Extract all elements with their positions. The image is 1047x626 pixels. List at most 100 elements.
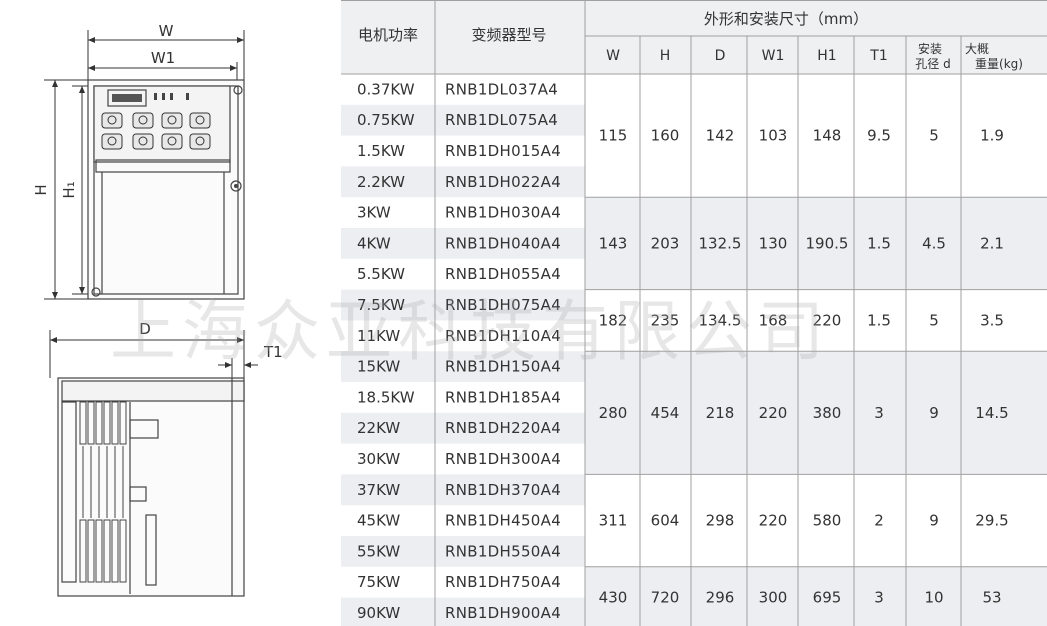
dim-w-label: W <box>159 22 174 40</box>
cell-dimension-value: 29.5 <box>975 512 1008 530</box>
header-motor-power: 电机功率 <box>358 26 418 44</box>
cell-model: RNB1DH900A4 <box>445 604 561 622</box>
header-weight-line1: 大概 <box>965 42 989 56</box>
cell-model: RNB1DH022A4 <box>445 173 561 191</box>
cell-dimension-value: 1.5 <box>867 311 891 329</box>
cell-dimension-value: 218 <box>706 404 735 422</box>
dim-h1-label: H₁ <box>60 181 78 198</box>
cell-dimension-value: 160 <box>651 127 680 145</box>
cell-dimension-value: 115 <box>599 127 628 145</box>
cell-dimension-value: 3 <box>874 589 884 607</box>
cell-dimension-value: 5 <box>929 311 939 329</box>
cell-dimension-value: 1.5 <box>867 234 891 252</box>
header-col-h1: H1 <box>817 48 836 64</box>
dim-d-label: D <box>139 320 151 338</box>
header-col-w: W <box>606 48 620 64</box>
cell-dimension-value: 220 <box>759 404 788 422</box>
cell-motor-power: 0.75KW <box>357 111 415 129</box>
cell-dimension-value: 220 <box>759 512 788 530</box>
cell-dimension-value: 148 <box>813 127 842 145</box>
cell-dimension-value: 14.5 <box>975 404 1008 422</box>
cell-motor-power: 37KW <box>357 481 400 499</box>
header-col-d: D <box>715 48 726 64</box>
cell-dimension-value: 280 <box>599 404 628 422</box>
cell-model: RNB1DH370A4 <box>445 481 561 499</box>
cell-dimension-value: 9.5 <box>867 127 891 145</box>
cell-motor-power: 18.5KW <box>357 388 415 406</box>
cell-model: RNB1DH030A4 <box>445 204 561 222</box>
cell-dimension-value: 2 <box>874 512 884 530</box>
cell-dimension-value: 1.9 <box>980 127 1004 145</box>
spec-table: 电机功率 变频器型号 外形和安装尺寸（mm） W H D W1 H1 T1 安装… <box>341 0 1047 626</box>
cell-motor-power: 4KW <box>357 234 391 252</box>
cell-dimension-value: 143 <box>599 234 628 252</box>
cell-dimension-value: 182 <box>599 311 628 329</box>
cell-dimension-value: 168 <box>759 311 788 329</box>
header-hole-line1: 安装 <box>918 41 942 56</box>
cell-model: RNB1DH450A4 <box>445 512 561 530</box>
cell-dimension-value: 300 <box>759 589 788 607</box>
cell-motor-power: 3KW <box>357 204 391 222</box>
cell-dimension-value: 132.5 <box>699 234 742 252</box>
cell-model: RNB1DH055A4 <box>445 265 561 283</box>
cell-dimension-value: 134.5 <box>699 311 742 329</box>
cell-dimension-value: 53 <box>982 589 1001 607</box>
cell-model: RNB1DH300A4 <box>445 450 561 468</box>
cell-dimension-value: 142 <box>706 127 735 145</box>
header-col-t1: T1 <box>869 48 887 64</box>
cell-dimension-value: 190.5 <box>806 234 849 252</box>
dim-t1-label: T1 <box>263 343 283 361</box>
cell-dimension-value: 311 <box>599 512 628 530</box>
cell-dimension-value: 695 <box>813 589 842 607</box>
cell-dimension-value: 9 <box>929 404 939 422</box>
cell-dimension-value: 4.5 <box>922 234 946 252</box>
cell-dimension-value: 380 <box>813 404 842 422</box>
cell-model: RNB1DH550A4 <box>445 542 561 560</box>
cell-dimension-value: 720 <box>651 589 680 607</box>
cell-motor-power: 2.2KW <box>357 173 405 191</box>
cell-dimension-value: 10 <box>924 589 943 607</box>
cell-model: RNB1DH750A4 <box>445 573 561 591</box>
header-weight-line2: 重量(kg) <box>975 57 1023 71</box>
cell-model: RNB1DH015A4 <box>445 142 561 160</box>
cell-model: RNB1DL037A4 <box>445 80 558 98</box>
cell-dimension-value: 604 <box>651 512 680 530</box>
cell-motor-power: 90KW <box>357 604 400 622</box>
cell-dimension-value: 454 <box>651 404 680 422</box>
cell-motor-power: 22KW <box>357 419 400 437</box>
cell-motor-power: 55KW <box>357 542 400 560</box>
cell-dimension-value: 5 <box>929 127 939 145</box>
dim-h-label: H <box>32 184 50 195</box>
header-hole-line2: 孔径 d <box>915 57 950 71</box>
cell-dimension-value: 296 <box>706 589 735 607</box>
cell-model: RNB1DH150A4 <box>445 358 561 376</box>
cell-motor-power: 15KW <box>357 358 400 376</box>
header-col-h: H <box>660 48 671 64</box>
cell-dimension-value: 2.1 <box>980 234 1004 252</box>
cell-model: RNB1DH040A4 <box>445 234 561 252</box>
cell-model: RNB1DL075A4 <box>445 111 558 129</box>
cell-model: RNB1DH075A4 <box>445 296 561 314</box>
cell-dimension-value: 580 <box>813 512 842 530</box>
cell-dimension-value: 103 <box>759 127 788 145</box>
cell-dimension-value: 130 <box>759 234 788 252</box>
cell-motor-power: 1.5KW <box>357 142 405 160</box>
cell-dimension-value: 235 <box>651 311 680 329</box>
cell-motor-power: 30KW <box>357 450 400 468</box>
dim-w1-label: W1 <box>151 49 175 67</box>
dimension-drawing: W W1 H H₁ D T1 <box>32 22 283 597</box>
cell-model: RNB1DH220A4 <box>445 419 561 437</box>
cell-motor-power: 45KW <box>357 512 400 530</box>
cell-dimension-value: 3.5 <box>980 311 1004 329</box>
header-dimension-group: 外形和安装尺寸（mm） <box>704 10 868 28</box>
cell-motor-power: 7.5KW <box>357 296 405 314</box>
cell-dimension-value: 203 <box>651 234 680 252</box>
cell-motor-power: 5.5KW <box>357 265 405 283</box>
cell-motor-power: 75KW <box>357 573 400 591</box>
cell-dimension-value: 298 <box>706 512 735 530</box>
cell-model: RNB1DH185A4 <box>445 388 561 406</box>
cell-motor-power: 11KW <box>357 327 400 345</box>
cell-dimension-value: 430 <box>599 589 628 607</box>
cell-dimension-value: 220 <box>813 311 842 329</box>
cell-dimension-value: 9 <box>929 512 939 530</box>
